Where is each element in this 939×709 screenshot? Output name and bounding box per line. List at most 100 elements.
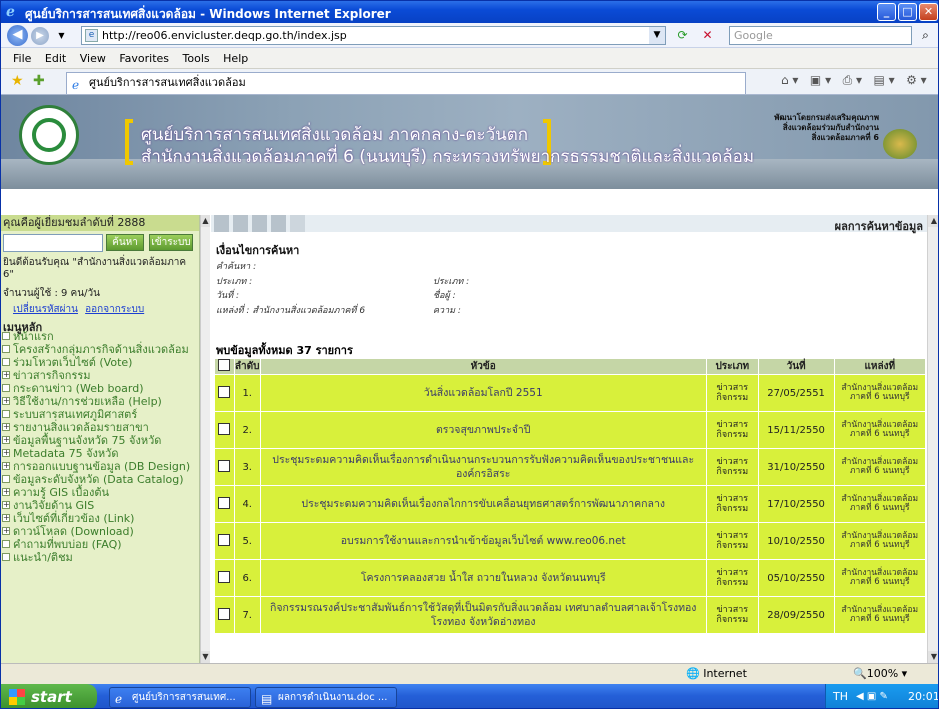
menu-item[interactable]: + รายงานสิ่งแวดล้อมรายสาขา xyxy=(1,421,198,434)
title-bar[interactable]: ℯ ศูนย์บริการสารสนเทศสิ่งแวดล้อม - Windo… xyxy=(1,1,938,23)
login-button[interactable]: เข้าระบบ xyxy=(149,234,193,251)
col-no: ลำดับ xyxy=(233,358,261,375)
row-checkbox[interactable] xyxy=(218,385,231,398)
row-checkbox[interactable] xyxy=(218,570,231,583)
table-row: 5. อบรมการใช้งานและการนำเข้าข้อมูลเว็บไซต… xyxy=(214,522,927,560)
sidebar-scroll-up-icon[interactable]: ▲ xyxy=(201,215,210,227)
menu-file[interactable]: File xyxy=(1,48,36,69)
sidebar-search-button[interactable]: ค้นหา xyxy=(106,234,144,251)
url-field[interactable]: e http://reo06.envicluster.deqp.go.th/in… xyxy=(81,26,666,45)
site-banner: ศูนย์บริการสารสนเทศสิ่งแวดล้อม ภาคกลาง-ต… xyxy=(1,95,938,189)
refresh-icon[interactable]: ⟳ xyxy=(674,27,691,44)
taskbar-item-label: ศูนย์บริการสารสนเทศ... xyxy=(132,692,236,703)
page-menu-icon[interactable]: ▤ ▾ xyxy=(873,73,894,87)
menu-favorites[interactable]: Favorites xyxy=(114,48,174,69)
feeds-icon[interactable]: ▣ ▾ xyxy=(810,73,831,87)
row-checkbox[interactable] xyxy=(218,607,231,620)
row-checkbox[interactable] xyxy=(218,459,231,472)
home-icon[interactable]: ⌂ ▾ xyxy=(781,73,798,87)
menu-item-box-icon: + xyxy=(2,435,10,444)
zoom-control[interactable]: 🔍100% ▾ xyxy=(853,667,907,680)
search-icon[interactable]: ⌕ xyxy=(917,27,934,44)
menu-item-label: การออกแบบฐานข้อมูล (DB Design) xyxy=(13,460,191,473)
sidebar-search-input[interactable] xyxy=(3,234,103,252)
row-checkbox[interactable] xyxy=(218,422,231,435)
page-scroll-down-icon[interactable]: ▼ xyxy=(928,651,938,663)
language-indicator[interactable]: TH xyxy=(833,684,848,708)
taskbar-item-word[interactable]: ▤ ผลการดำเนินงาน.doc ... xyxy=(255,687,397,708)
menu-item[interactable]: + ดาวน์โหลด (Download) xyxy=(1,525,198,538)
forward-button[interactable]: ▶ xyxy=(31,27,49,45)
menu-item[interactable]: + วิธีใช้งาน/การช่วยเหลือ (Help) xyxy=(1,395,198,408)
sidebar-scrollbar[interactable]: ▲ ▼ xyxy=(200,215,210,663)
print-icon[interactable]: ⎙ ▾ xyxy=(843,73,862,87)
maximize-button[interactable]: □ xyxy=(898,3,917,21)
menu-item[interactable]: + Metadata 75 จังหวัด xyxy=(1,447,198,460)
row-title[interactable]: วันสิ่งแวดล้อมโลกปี 2551 xyxy=(259,374,707,412)
row-checkbox-cell xyxy=(214,596,235,634)
row-title[interactable]: ประชุมระดมความคิดเห็นเรื่องกลไกการขับเคล… xyxy=(259,485,707,523)
taskbar-item-ie[interactable]: ℯ ศูนย์บริการสารสนเทศ... xyxy=(109,687,251,708)
start-button[interactable]: start xyxy=(1,684,97,708)
globe-icon: 🌐 xyxy=(686,667,700,680)
url-dropdown-icon[interactable]: ▼ xyxy=(649,27,665,44)
menu-item[interactable]: โครงสร้างกลุ่มภารกิจด้านสิ่งแวดล้อม xyxy=(1,343,198,356)
col-title: หัวข้อ xyxy=(259,358,707,375)
menu-edit[interactable]: Edit xyxy=(40,48,71,69)
favorites-star-icon[interactable]: ★ xyxy=(11,73,24,89)
menu-tools[interactable]: Tools xyxy=(178,48,215,69)
back-button[interactable]: ◀ xyxy=(7,25,28,46)
add-favorite-icon[interactable]: ✚ xyxy=(33,73,45,89)
select-all-checkbox[interactable] xyxy=(218,359,231,371)
search-input[interactable]: Google xyxy=(729,26,912,45)
menu-item[interactable]: กระดานข่าว (Web board) xyxy=(1,382,198,395)
row-checkbox[interactable] xyxy=(218,533,231,546)
menu-item[interactable]: + เว็บไซต์ที่เกี่ยวข้อง (Link) xyxy=(1,512,198,525)
menu-item[interactable]: + งานวิจัยด้าน GIS xyxy=(1,499,198,512)
menu-item-label: ดาวน์โหลด (Download) xyxy=(13,525,134,538)
minimize-button[interactable]: _ xyxy=(877,3,896,21)
close-button[interactable]: ✕ xyxy=(919,3,938,21)
tools-gear-icon[interactable]: ⚙ ▾ xyxy=(906,73,927,87)
menu-item[interactable]: คำถามที่พบบ่อย (FAQ) xyxy=(1,538,198,551)
row-date: 05/10/2550 xyxy=(757,559,835,597)
change-password-link[interactable]: เปลี่ยนรหัสผ่าน xyxy=(13,304,78,315)
banner-credit: พัฒนาโดยกรมส่งเสริมคุณภาพ สิ่งแวดล้อมร่ว… xyxy=(749,113,879,143)
menu-item[interactable]: + ข้อมูลพื้นฐานจังหวัด 75 จังหวัด xyxy=(1,434,198,447)
row-checkbox[interactable] xyxy=(218,496,231,509)
search-placeholder: Google xyxy=(734,29,773,42)
word-doc-icon: ▤ xyxy=(261,692,273,706)
menu-view[interactable]: View xyxy=(75,48,111,69)
menu-item[interactable]: หน้าแรก xyxy=(1,330,198,343)
page-scroll-up-icon[interactable]: ▲ xyxy=(928,215,938,227)
menu-item[interactable]: ร่วมโหวตเว็บไซต์ (Vote) xyxy=(1,356,198,369)
menu-item-box-icon: + xyxy=(2,422,10,431)
menu-help[interactable]: Help xyxy=(218,48,253,69)
row-title[interactable]: อบรมการใช้งานและการนำเข้าข้อมูลเว็บไซต์ … xyxy=(259,522,707,560)
row-title[interactable]: ตรวจสุขภาพประจำปี xyxy=(259,411,707,449)
menu-item[interactable]: ข้อมูลระดับจังหวัด (Data Catalog) xyxy=(1,473,198,486)
menu-item[interactable]: + การออกแบบฐานข้อมูล (DB Design) xyxy=(1,460,198,473)
sidebar-scroll-down-icon[interactable]: ▼ xyxy=(201,651,210,663)
tab-current[interactable]: ℯ ศูนย์บริการสารสนเทศสิ่งแวดล้อม xyxy=(66,72,746,94)
menu-item[interactable]: ระบบสารสนเทศภูมิศาสตร์ xyxy=(1,408,198,421)
menu-item[interactable]: + ข่าวสารกิจกรรม xyxy=(1,369,198,382)
page-scrollbar[interactable]: ▲ ▼ xyxy=(927,215,938,663)
row-type: ข่าวสาร กิจกรรม xyxy=(705,485,759,523)
menu-item[interactable]: + ความรู้ GIS เบื้องต้น xyxy=(1,486,198,499)
tray-icons[interactable]: ◀ ▣ ✎ xyxy=(856,684,888,708)
row-title[interactable]: โครงการคลองสวย น้ำใส ถวายในหลวง จังหวัดน… xyxy=(259,559,707,597)
search-conditions: เงื่อนไขการค้นหา xyxy=(216,244,299,257)
menu-item-box-icon: + xyxy=(2,370,10,379)
stop-icon[interactable]: ✕ xyxy=(699,27,716,44)
history-dropdown-icon[interactable]: ▼ xyxy=(53,27,70,44)
cond-content: ความ : xyxy=(433,306,461,316)
menu-item[interactable]: แนะนำ/ติชม xyxy=(1,551,198,564)
row-date: 27/05/2551 xyxy=(757,374,835,412)
menu-item-box-icon xyxy=(2,475,10,483)
row-title[interactable]: ประชุมระดมความคิดเห็นเรื่องการดำเนินงานก… xyxy=(259,448,707,486)
table-row: 2. ตรวจสุขภาพประจำปี ข่าวสาร กิจกรรม 15/11/… xyxy=(214,411,927,449)
row-type: ข่าวสาร กิจกรรม xyxy=(705,411,759,449)
row-title[interactable]: กิจกรรมรณรงค์ประชาสัมพันธ์การใช้วัสดุที่… xyxy=(259,596,707,634)
logout-link[interactable]: ออกจากระบบ xyxy=(85,304,144,315)
